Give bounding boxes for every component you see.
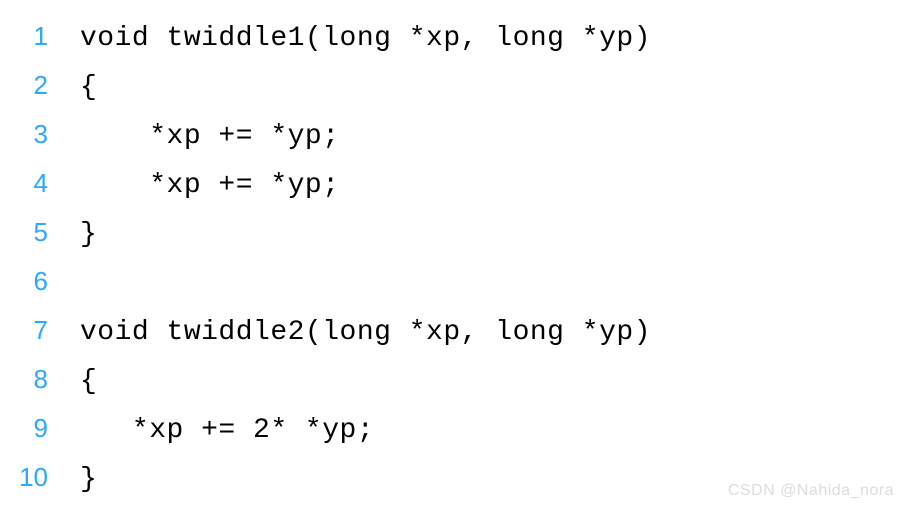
code-line: 7 void twiddle2(long *xp, long *yp) [0, 306, 912, 355]
code-text: *xp += *yp; [56, 161, 340, 210]
line-number: 8 [0, 355, 56, 404]
line-number: 7 [0, 306, 56, 355]
code-text: } [56, 210, 97, 259]
line-number: 3 [0, 110, 56, 159]
line-number: 5 [0, 208, 56, 257]
code-line: 2 { [0, 61, 912, 110]
line-number: 1 [0, 12, 56, 61]
code-line: 1 void twiddle1(long *xp, long *yp) [0, 12, 912, 61]
code-line: 8 { [0, 355, 912, 404]
code-block: 1 void twiddle1(long *xp, long *yp) 2 { … [0, 12, 912, 502]
code-text: void twiddle1(long *xp, long *yp) [56, 14, 651, 63]
code-line: 9 *xp += 2* *yp; [0, 404, 912, 453]
line-number: 10 [0, 453, 56, 502]
code-line: 6 [0, 257, 912, 306]
line-number: 2 [0, 61, 56, 110]
line-number: 4 [0, 159, 56, 208]
line-number: 9 [0, 404, 56, 453]
code-text: *xp += *yp; [56, 112, 340, 161]
code-line: 3 *xp += *yp; [0, 110, 912, 159]
code-text: { [56, 357, 97, 406]
code-text: void twiddle2(long *xp, long *yp) [56, 308, 651, 357]
watermark: CSDN @Nahida_nora [728, 482, 894, 500]
code-text: { [56, 63, 97, 112]
line-number: 6 [0, 257, 56, 306]
code-text: *xp += 2* *yp; [56, 406, 374, 455]
code-line: 4 *xp += *yp; [0, 159, 912, 208]
code-line: 5 } [0, 208, 912, 257]
code-text: } [56, 455, 97, 504]
